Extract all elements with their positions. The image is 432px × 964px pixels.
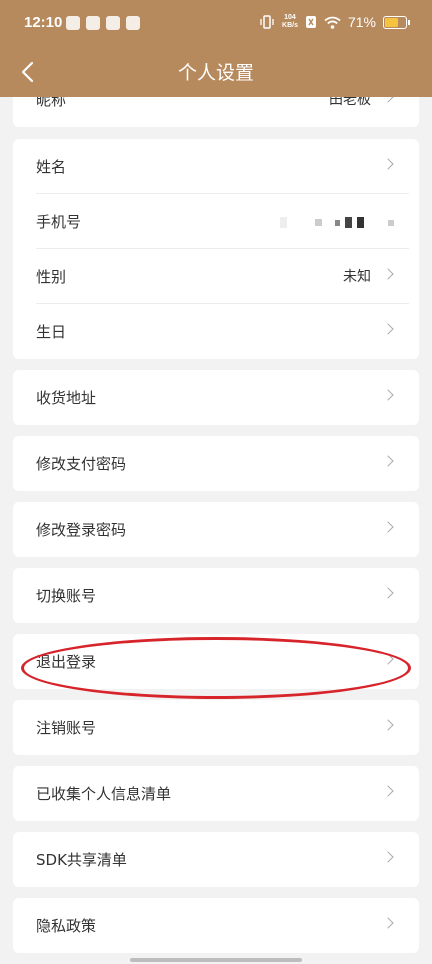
card-switch-account: 切换账号 [13, 568, 419, 623]
status-bar: 12:10 104 KB/s 71% [0, 0, 432, 46]
row-switch-account[interactable]: 切换账号 [13, 568, 419, 623]
phone-masked-value [280, 217, 399, 228]
app-header: 12:10 104 KB/s 71% 个人设置 [0, 0, 432, 97]
row-gender[interactable]: 性别 未知 [13, 249, 419, 304]
chevron-right-icon [382, 917, 394, 929]
row-shipping-address[interactable]: 收货地址 [13, 370, 419, 425]
row-privacy-policy[interactable]: 隐私政策 [13, 898, 419, 953]
page-title: 个人设置 [177, 62, 254, 84]
row-label: 生日 [36, 323, 67, 341]
chevron-right-icon [382, 719, 394, 731]
row-logout[interactable]: 退出登录 [13, 634, 419, 689]
home-indicator[interactable] [130, 958, 302, 962]
row-change-login-password[interactable]: 修改登录密码 [13, 502, 419, 557]
row-personal-info-list[interactable]: 已收集个人信息清单 [13, 766, 419, 821]
card-sdk-list: SDK共享清单 [13, 832, 419, 887]
row-value: 未知 [343, 269, 371, 285]
network-speed-value: 104 [284, 14, 296, 21]
vibrate-icon [260, 15, 274, 29]
row-label: 性别 [36, 268, 67, 286]
row-phone[interactable]: 手机号 [13, 194, 419, 249]
card-info-list: 已收集个人信息清单 [13, 766, 419, 821]
chevron-right-icon [382, 323, 394, 335]
chevron-right-icon [382, 268, 394, 280]
row-label: 已收集个人信息清单 [36, 785, 172, 803]
row-label: 切换账号 [36, 587, 97, 605]
row-label: 修改登录密码 [36, 521, 127, 539]
battery-percent: 71% [347, 14, 376, 30]
chevron-right-icon [382, 587, 394, 599]
row-label: 姓名 [36, 158, 67, 176]
card-address: 收货地址 [13, 370, 419, 425]
app-notification-icon [66, 16, 80, 30]
card-privacy: 隐私政策 [13, 898, 419, 953]
row-cancel-account[interactable]: 注销账号 [13, 700, 419, 755]
tiktok-icon [106, 16, 120, 30]
row-change-pay-password[interactable]: 修改支付密码 [13, 436, 419, 491]
network-speed-unit: KB/s [282, 22, 298, 29]
chevron-right-icon [382, 785, 394, 797]
status-time: 12:10 [24, 14, 63, 31]
row-sdk-share-list[interactable]: SDK共享清单 [13, 832, 419, 887]
row-name[interactable]: 姓名 [13, 139, 419, 194]
sim-x-icon [305, 16, 316, 28]
chevron-right-icon [382, 521, 394, 533]
chevron-right-icon [382, 455, 394, 467]
chevron-right-icon [382, 653, 394, 665]
system-icons: 104 KB/s 71% [259, 14, 410, 30]
battery-tip [408, 19, 410, 25]
chevron-right-icon [382, 851, 394, 863]
wechat-icon [86, 16, 100, 30]
row-label: SDK共享清单 [36, 851, 127, 869]
card-logout: 退出登录 [13, 634, 419, 689]
battery-icon [383, 15, 407, 29]
row-label: 隐私政策 [36, 917, 97, 935]
row-label: 手机号 [36, 213, 82, 231]
card-cancel-account: 注销账号 [13, 700, 419, 755]
row-label: 退出登录 [36, 653, 97, 671]
notification-icons [66, 16, 140, 30]
chevron-right-icon [382, 389, 394, 401]
card-profile: 姓名 手机号 性别 未知 生日 [13, 139, 419, 359]
nav-bar: 个人设置 [0, 46, 432, 97]
row-label: 修改支付密码 [36, 455, 127, 473]
row-label: 注销账号 [36, 719, 97, 737]
sync-icon [126, 16, 140, 30]
chevron-right-icon [382, 158, 394, 170]
row-birthday[interactable]: 生日 [13, 304, 419, 359]
wifi-icon [324, 16, 341, 29]
card-pay-password: 修改支付密码 [13, 436, 419, 491]
network-speed: 104 KB/s [282, 14, 298, 30]
row-label: 收货地址 [36, 389, 97, 407]
card-login-password: 修改登录密码 [13, 502, 419, 557]
